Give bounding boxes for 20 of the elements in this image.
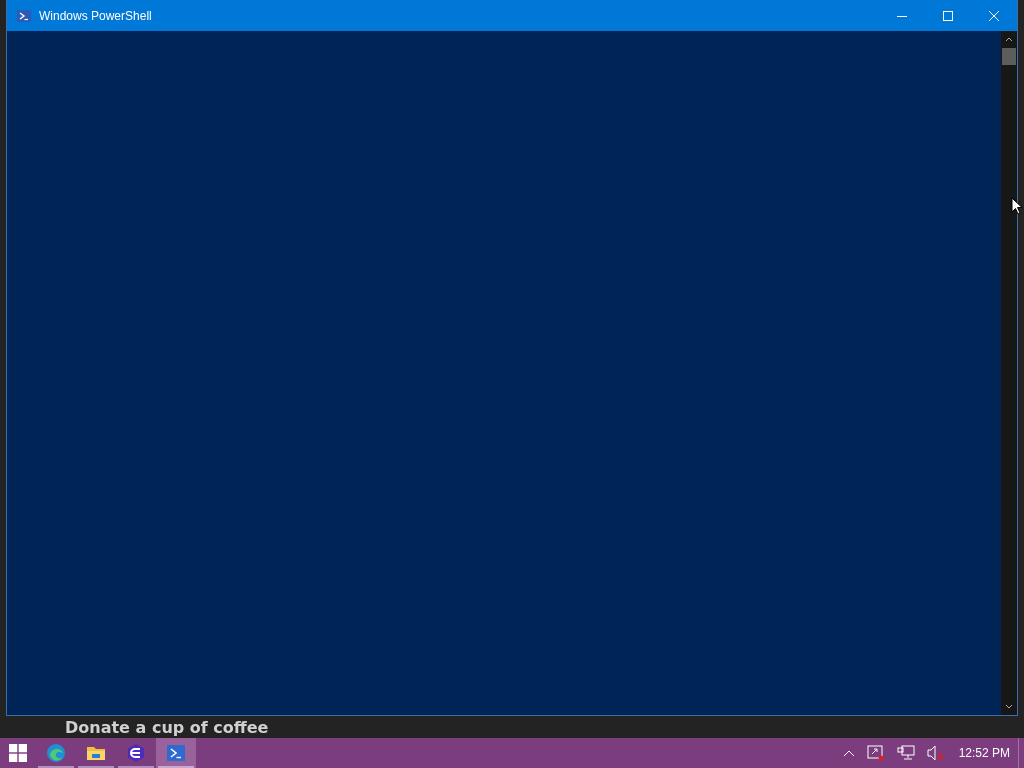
browser-icon [46, 743, 66, 763]
shell-icon [167, 745, 185, 761]
page-heading: Donate a cup of coffee [65, 718, 269, 737]
window-title: Windows PowerShell [39, 8, 152, 23]
scrollbar[interactable] [1001, 31, 1017, 715]
shell-icon [17, 9, 31, 22]
hexagon-icon [126, 743, 146, 763]
volume-muted-icon[interactable] [926, 745, 945, 761]
maximize-icon [943, 10, 953, 21]
clock[interactable]: 12:52 PM [958, 746, 1010, 760]
scroll-down-icon[interactable] [1005, 704, 1013, 710]
monitor-alert-icon[interactable] [866, 745, 885, 761]
windows-logo-icon [9, 744, 27, 762]
scroll-up-icon[interactable] [1005, 36, 1013, 42]
mouse-pointer-icon [1011, 197, 1023, 215]
folder-icon [86, 744, 106, 762]
close-icon [989, 10, 999, 21]
scroll-thumb[interactable] [1002, 48, 1016, 65]
network-icon[interactable] [896, 745, 915, 761]
chevron-up-icon[interactable] [842, 749, 855, 757]
